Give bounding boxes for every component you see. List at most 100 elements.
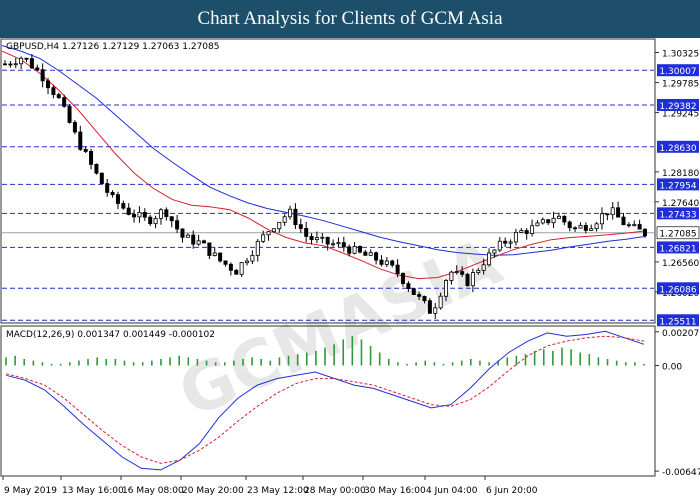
candle-body bbox=[304, 228, 309, 237]
level-label: 1.30007 bbox=[659, 67, 696, 77]
x-tick-label: 9 May 2019 bbox=[4, 486, 57, 496]
candle-body bbox=[454, 271, 459, 273]
candle-body bbox=[422, 295, 427, 302]
x-tick-label: 28 May 00:00 bbox=[304, 486, 366, 496]
candle-body bbox=[62, 97, 67, 107]
macd-y-tick-label: 0.00207 bbox=[662, 329, 699, 339]
candle-body bbox=[314, 237, 319, 241]
level-label: 1.25511 bbox=[659, 317, 696, 327]
chart-symbol-info: GBPUSD,H4 1.27126 1.27129 1.27063 1.2708… bbox=[6, 42, 219, 52]
price-panel bbox=[0, 38, 656, 324]
candle-body bbox=[540, 219, 545, 224]
candle-body bbox=[546, 219, 551, 224]
candle-body bbox=[573, 227, 578, 230]
candle-body bbox=[46, 80, 51, 89]
candle-body bbox=[417, 294, 422, 297]
level-label: 1.27954 bbox=[659, 181, 696, 191]
candle-body bbox=[374, 252, 379, 261]
candle-body bbox=[78, 131, 83, 150]
y-tick-label: 1.29785 bbox=[662, 80, 699, 90]
candle-body bbox=[175, 220, 180, 230]
candle-body bbox=[567, 221, 572, 229]
candle-body bbox=[105, 183, 110, 193]
candle-body bbox=[35, 67, 40, 71]
candle-body bbox=[19, 57, 24, 65]
candle-body bbox=[336, 242, 341, 245]
candle-body bbox=[460, 271, 465, 275]
candle-body bbox=[234, 269, 239, 275]
candle-body bbox=[3, 63, 8, 66]
y-tick-label: 1.26560 bbox=[662, 259, 699, 269]
candle-body bbox=[309, 235, 314, 241]
candle-body bbox=[271, 228, 276, 233]
candle-body bbox=[352, 246, 357, 254]
candle-body bbox=[164, 209, 169, 218]
candle-body bbox=[212, 252, 217, 256]
candle-body bbox=[67, 105, 72, 123]
candle-body bbox=[132, 214, 137, 218]
candle-body bbox=[562, 215, 567, 223]
candle-body bbox=[191, 234, 196, 245]
candle-body bbox=[530, 225, 535, 234]
candle-body bbox=[390, 260, 395, 266]
candle-body bbox=[201, 240, 206, 244]
candle-body bbox=[556, 215, 561, 219]
candle-body bbox=[142, 212, 147, 218]
candle-body bbox=[610, 207, 615, 216]
candle-body bbox=[245, 260, 250, 264]
candle-body bbox=[589, 228, 594, 231]
candle-body bbox=[487, 252, 492, 266]
candle-body bbox=[94, 163, 99, 174]
candle-body bbox=[325, 236, 330, 245]
candle-body bbox=[89, 151, 94, 165]
candle-body bbox=[535, 222, 540, 227]
candle-body bbox=[126, 207, 131, 215]
x-tick-label: 16 May 08:00 bbox=[122, 486, 184, 496]
candle-body bbox=[288, 208, 293, 218]
level-label: 1.26821 bbox=[659, 244, 696, 254]
x-tick-label: 6 Jun 20:00 bbox=[486, 486, 538, 496]
candle-body bbox=[406, 283, 411, 290]
x-tick-label: 20 May 20:00 bbox=[182, 486, 244, 496]
candle-body bbox=[158, 209, 163, 219]
current-price-label: 1.27085 bbox=[659, 230, 696, 240]
candle-body bbox=[180, 228, 185, 238]
candle-body bbox=[449, 271, 454, 281]
candle-body bbox=[83, 148, 88, 152]
candle-body bbox=[427, 300, 432, 314]
candle-body bbox=[56, 94, 61, 99]
candle-body bbox=[218, 252, 223, 262]
level-label: 1.27433 bbox=[659, 210, 696, 220]
candle-body bbox=[196, 240, 201, 245]
candle-body bbox=[282, 216, 287, 223]
candle-body bbox=[185, 234, 190, 238]
candle-body bbox=[110, 191, 115, 196]
candle-body bbox=[277, 221, 282, 230]
candle-body bbox=[519, 230, 524, 233]
candle-body bbox=[250, 254, 255, 262]
candle-body bbox=[8, 63, 13, 66]
candle-body bbox=[481, 264, 486, 271]
candle-body bbox=[341, 242, 346, 248]
candle-body bbox=[293, 208, 298, 226]
candle-body bbox=[616, 207, 621, 218]
candle-body bbox=[395, 264, 400, 274]
level-label: 1.28630 bbox=[659, 144, 696, 154]
candle-body bbox=[13, 63, 18, 66]
candle-body bbox=[578, 225, 583, 229]
candle-body bbox=[121, 203, 126, 209]
x-tick-label: 30 May 16:00 bbox=[364, 486, 426, 496]
candle-body bbox=[594, 223, 599, 230]
candle-body bbox=[513, 231, 518, 243]
candle-body bbox=[223, 260, 228, 265]
candle-body bbox=[508, 241, 513, 244]
candle-body bbox=[357, 246, 362, 253]
candle-body bbox=[626, 224, 631, 227]
candle-body bbox=[320, 236, 325, 239]
candle-body bbox=[148, 216, 153, 225]
candle-body bbox=[524, 230, 529, 234]
candle-body bbox=[29, 58, 34, 69]
candle-body bbox=[384, 260, 389, 265]
candle-body bbox=[298, 224, 303, 229]
candle-body bbox=[605, 213, 610, 216]
